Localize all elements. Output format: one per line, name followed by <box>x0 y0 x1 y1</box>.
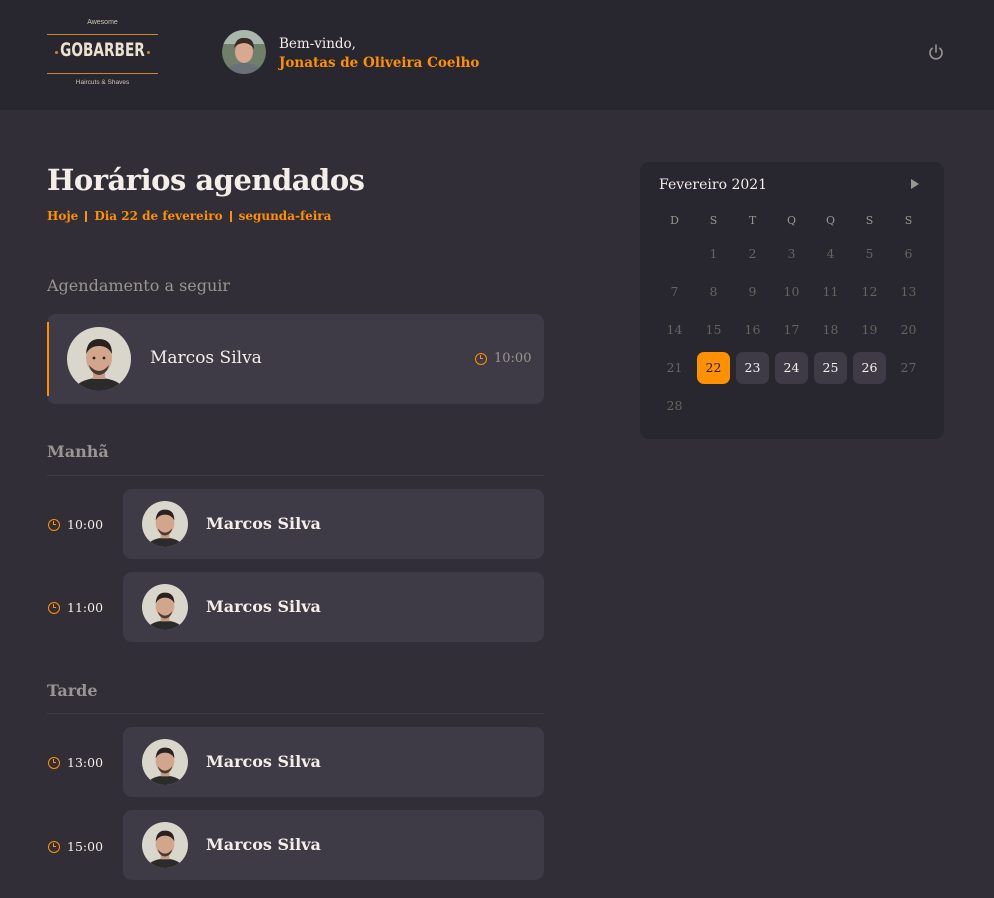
client-name: Marcos Silva <box>206 752 321 771</box>
appointment-card[interactable]: Marcos Silva <box>123 489 544 559</box>
divider <box>47 713 544 714</box>
appointment-time-value: 15:00 <box>67 839 104 854</box>
calendar-day: 1 <box>709 246 718 261</box>
calendar-weekday: T <box>748 214 757 227</box>
calendar-day-selected[interactable]: 22 <box>697 352 730 384</box>
appointment-time-value: 10:00 <box>67 517 104 532</box>
client-avatar <box>142 739 188 785</box>
clock-icon <box>48 756 60 769</box>
calendar-day: 27 <box>900 360 917 375</box>
client-name: Marcos Silva <box>206 835 321 854</box>
gobarber-logo: Awesome GOBARBER Haircuts & Shaves <box>47 18 158 90</box>
appointment-time: 11:00 <box>48 600 103 615</box>
appointment-time: 13:00 <box>48 755 103 770</box>
page-title: Horários agendados <box>47 163 365 197</box>
calendar-day: 10 <box>783 284 800 299</box>
next-appointment-card[interactable]: Marcos Silva 10:00 <box>47 314 544 404</box>
calendar-weekday: S <box>865 214 874 227</box>
calendar-day[interactable]: 23 <box>736 352 769 384</box>
logo-name: GOBARBER <box>60 39 145 61</box>
date-subtitle: Hoje Dia 22 de fevereiro segunda-feira <box>47 208 331 224</box>
user-name-link[interactable]: Jonatas de Oliveira Coelho <box>279 55 479 71</box>
calendar-day: 5 <box>865 246 874 261</box>
calendar-day: 19 <box>861 322 878 337</box>
next-time-value: 10:00 <box>494 351 532 366</box>
clock-icon <box>48 518 60 531</box>
calendar-day[interactable]: 24 <box>775 352 808 384</box>
calendar-day: 13 <box>900 284 917 299</box>
client-name: Marcos Silva <box>206 597 321 616</box>
calendar-day: 18 <box>822 322 839 337</box>
calendar-day: 16 <box>744 322 761 337</box>
calendar-day: 20 <box>900 322 917 337</box>
calendar-month: Fevereiro 2021 <box>659 177 768 193</box>
next-client-name: Marcos Silva <box>150 348 262 368</box>
calendar-day: 17 <box>783 322 800 337</box>
client-name: Marcos Silva <box>206 514 321 533</box>
calendar-day: 8 <box>709 284 718 299</box>
calendar-weekday: S <box>904 214 913 227</box>
clock-icon <box>48 601 60 614</box>
next-appointment-heading: Agendamento a seguir <box>47 276 231 295</box>
clock-icon <box>475 352 487 365</box>
appointment-time: 10:00 <box>48 517 103 532</box>
weekday-label: segunda-feira <box>238 209 332 223</box>
calendar-day: 9 <box>748 284 757 299</box>
separator <box>85 210 88 222</box>
appointment-time: 15:00 <box>48 839 103 854</box>
calendar: Fevereiro 2021 DSTQQSS 1 2 3 4 5 6 7 8 9 10 11 12 13… <box>640 162 944 439</box>
calendar-day: 21 <box>666 360 683 375</box>
client-avatar <box>142 501 188 547</box>
welcome-text: Bem-vindo, <box>279 36 356 52</box>
calendar-day: 6 <box>904 246 913 261</box>
clock-icon <box>48 840 60 853</box>
calendar-day[interactable]: 25 <box>814 352 847 384</box>
logo-tagline-top: Awesome <box>87 19 118 26</box>
next-month-arrow-icon[interactable] <box>911 179 919 189</box>
separator <box>229 210 232 222</box>
client-avatar <box>67 327 131 391</box>
client-avatar <box>142 822 188 868</box>
calendar-day: 3 <box>787 246 796 261</box>
calendar-weekday: Q <box>825 214 836 227</box>
divider <box>47 475 544 476</box>
calendar-day[interactable]: 26 <box>853 352 886 384</box>
appointment-time-value: 13:00 <box>67 755 104 770</box>
calendar-day: 15 <box>705 322 722 337</box>
logo-tagline-bottom: Haircuts & Shaves <box>75 79 130 86</box>
appointment-card[interactable]: Marcos Silva <box>123 572 544 642</box>
calendar-day: 28 <box>666 398 683 413</box>
client-avatar <box>142 584 188 630</box>
calendar-weekday: D <box>670 214 679 227</box>
section-title-morning: Manhã <box>47 442 109 461</box>
appointment-card[interactable]: Marcos Silva <box>123 810 544 880</box>
date-label: Dia 22 de fevereiro <box>94 209 223 223</box>
today-label: Hoje <box>47 209 79 223</box>
next-appointment-time: 10:00 <box>475 351 531 366</box>
user-avatar[interactable] <box>222 30 266 74</box>
calendar-day: 11 <box>822 284 839 299</box>
calendar-day: 12 <box>861 284 878 299</box>
calendar-weekday: S <box>709 214 718 227</box>
calendar-day: 2 <box>748 246 757 261</box>
section-title-afternoon: Tarde <box>47 681 98 700</box>
calendar-weekday: Q <box>786 214 797 227</box>
top-header: Awesome GOBARBER Haircuts & Shaves Bem-v… <box>0 0 994 110</box>
calendar-day: 7 <box>670 284 679 299</box>
calendar-day: 14 <box>666 322 683 337</box>
appointment-card[interactable]: Marcos Silva <box>123 727 544 797</box>
power-icon[interactable] <box>927 43 945 61</box>
appointment-time-value: 11:00 <box>67 600 104 615</box>
calendar-day: 4 <box>826 246 835 261</box>
